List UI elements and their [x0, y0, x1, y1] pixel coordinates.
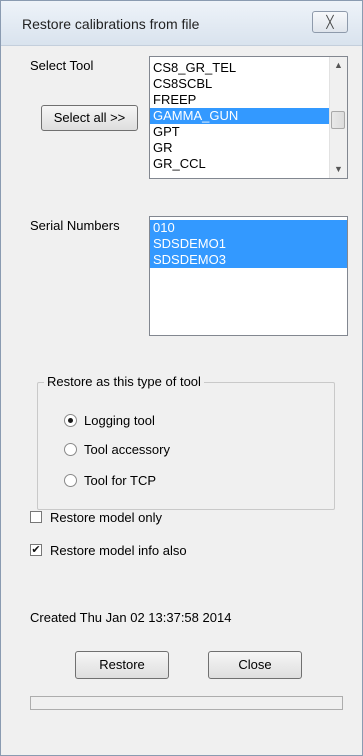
- restore-dialog: Restore calibrations from file ╳ Select …: [0, 0, 363, 756]
- window-title: Restore calibrations from file: [22, 16, 200, 32]
- model-only-box[interactable]: [30, 511, 42, 523]
- tool-type-legend: Restore as this type of tool: [44, 374, 204, 389]
- tool-list-item[interactable]: CS8_GR_TEL: [150, 60, 330, 76]
- tool-type-group: Restore as this type of tool Logging too…: [37, 374, 335, 510]
- close-button[interactable]: Close: [208, 651, 302, 679]
- serial-list-item[interactable]: SDSDEMO1: [150, 236, 347, 252]
- radio-button[interactable]: [64, 443, 77, 456]
- serial-numbers-label: Serial Numbers: [30, 218, 120, 233]
- restore-model-only-checkbox[interactable]: Restore model only: [30, 510, 330, 526]
- serial-list-item[interactable]: 010: [150, 220, 347, 236]
- model-info-box[interactable]: ✔: [30, 544, 42, 556]
- scroll-up-icon[interactable]: ▲: [330, 57, 347, 74]
- radio-selected-dot: [68, 418, 73, 423]
- tool-list-item[interactable]: CS8SCBL: [150, 76, 330, 92]
- scroll-down-icon[interactable]: ▼: [330, 161, 347, 178]
- model-only-label: Restore model only: [50, 510, 162, 525]
- tool-type-option-label: Logging tool: [84, 413, 155, 428]
- tool-listbox[interactable]: CS8_GR_TEL CS8SCBL FREEP GAMMA_GUN GPT GR GR_C…: [149, 56, 348, 179]
- radio-button[interactable]: [64, 414, 77, 427]
- model-info-label: Restore model info also: [50, 543, 187, 558]
- checkmark-icon: ✔: [31, 544, 41, 556]
- tool-list-item[interactable]: GPT: [150, 124, 330, 140]
- select-all-button[interactable]: Select all >>: [41, 105, 138, 131]
- restore-button[interactable]: Restore: [75, 651, 169, 679]
- tool-list-item[interactable]: GR_CCL: [150, 156, 330, 172]
- progress-bar: [30, 696, 343, 710]
- tool-list-item[interactable]: FREEP: [150, 92, 330, 108]
- tool-list-scrollbar[interactable]: ▲ ▼: [329, 57, 347, 178]
- tool-type-option[interactable]: Tool for TCP: [64, 473, 304, 489]
- tool-type-option-label: Tool accessory: [84, 442, 170, 457]
- close-window-button[interactable]: ╳: [312, 11, 348, 33]
- radio-button[interactable]: [64, 474, 77, 487]
- dialog-body: Select Tool CS8_GR_TEL CS8SCBL FREEP GAMMA_…: [10, 46, 354, 748]
- serial-list-item[interactable]: SDSDEMO3: [150, 252, 347, 268]
- title-bar: Restore calibrations from file ╳: [1, 1, 362, 46]
- tool-type-option[interactable]: Tool accessory: [64, 442, 304, 458]
- serial-listbox[interactable]: 010 SDSDEMO1 SDSDEMO3: [149, 216, 348, 336]
- restore-model-info-checkbox[interactable]: ✔ Restore model info also: [30, 543, 330, 559]
- tool-list-item[interactable]: GR: [150, 140, 330, 156]
- scroll-thumb[interactable]: [331, 111, 345, 129]
- close-icon: ╳: [326, 15, 334, 29]
- tool-type-option-label: Tool for TCP: [84, 473, 157, 488]
- tool-type-option[interactable]: Logging tool: [64, 413, 304, 429]
- select-tool-label: Select Tool: [30, 58, 94, 73]
- created-timestamp: Created Thu Jan 02 13:37:58 2014: [30, 610, 232, 625]
- tool-list-item[interactable]: GAMMA_GUN: [150, 108, 330, 124]
